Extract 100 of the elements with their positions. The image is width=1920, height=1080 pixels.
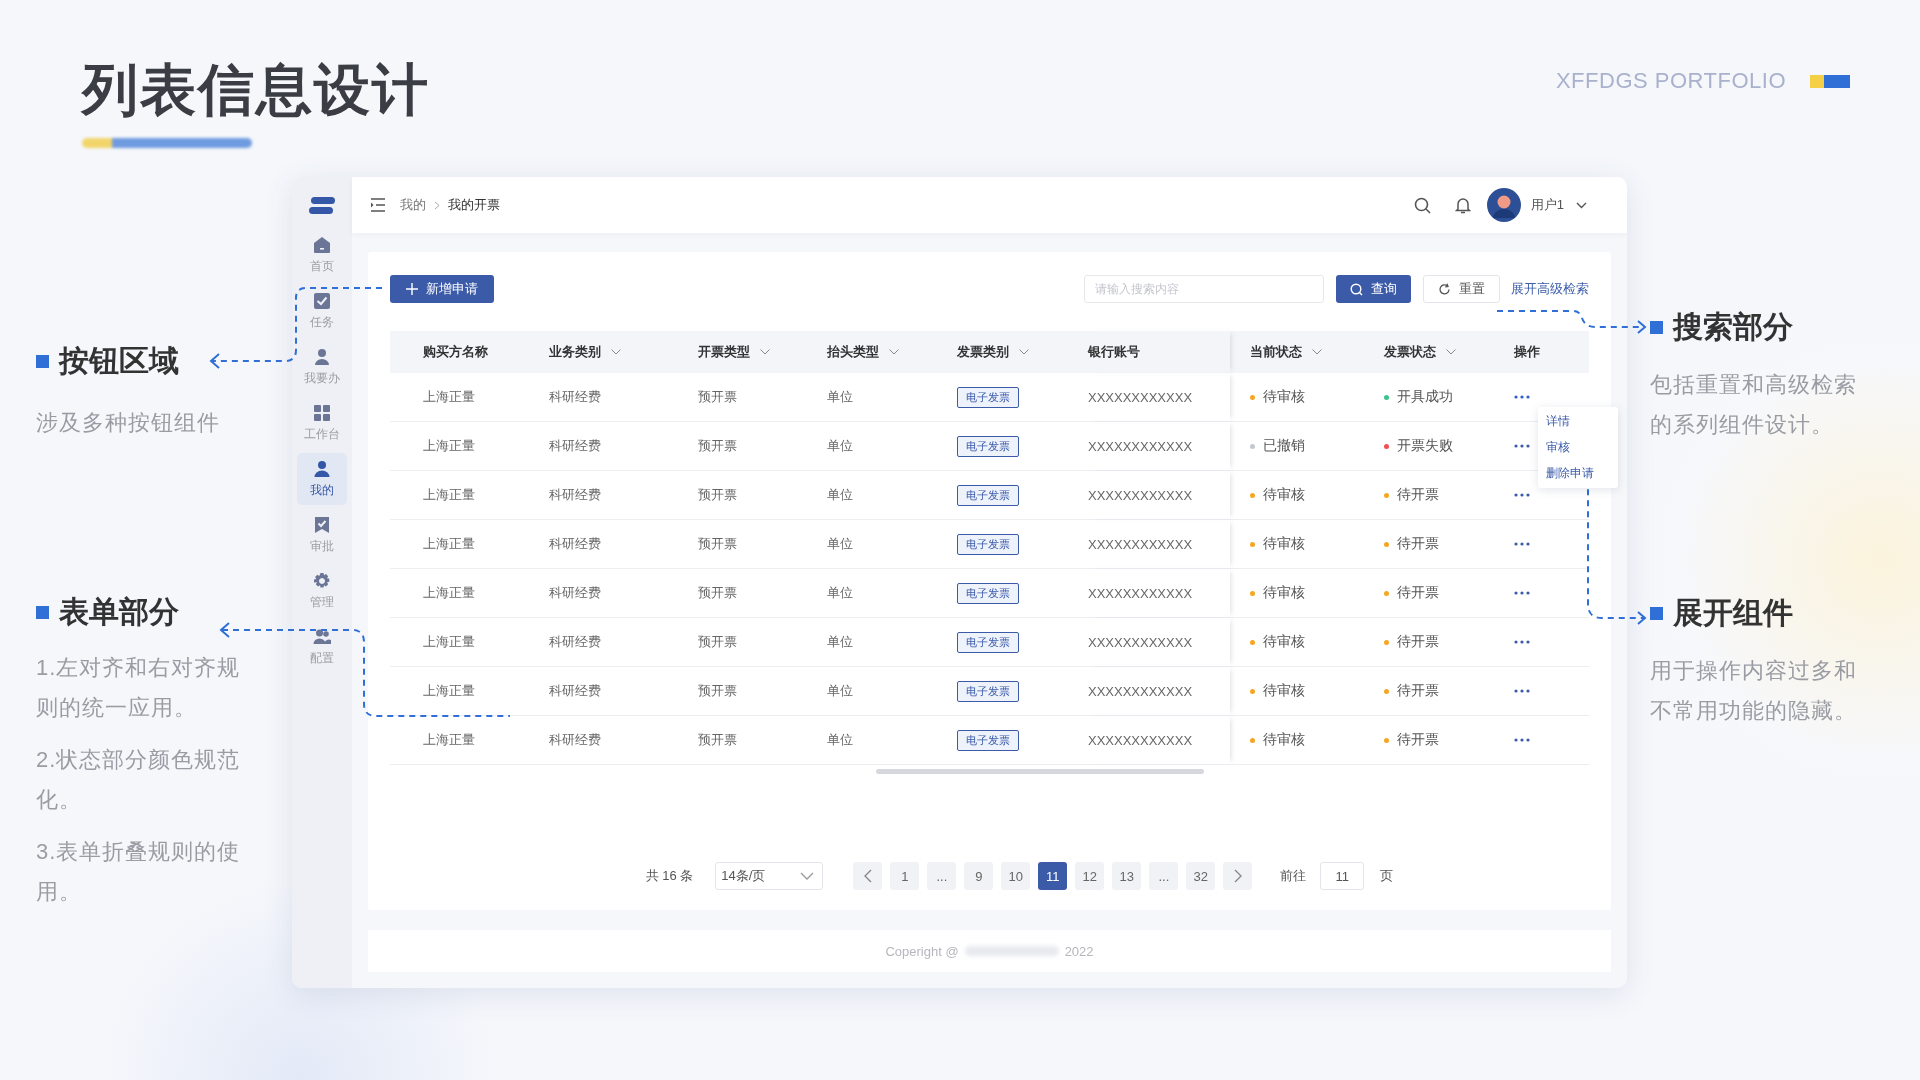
page-button[interactable]: 11 bbox=[1038, 862, 1068, 890]
advanced-search-link[interactable]: 展开高级检索 bbox=[1511, 280, 1589, 298]
table-cell: XXXXXXXXXXXX bbox=[1088, 683, 1193, 699]
bell-icon[interactable] bbox=[1454, 196, 1471, 214]
person-icon bbox=[313, 347, 331, 366]
table-cell: 科研经费 bbox=[549, 633, 601, 651]
status-text: 待审核 bbox=[1263, 388, 1305, 406]
more-icon[interactable] bbox=[1514, 395, 1530, 399]
status-text: 待审核 bbox=[1263, 633, 1305, 651]
chevron-down-icon[interactable] bbox=[1019, 349, 1029, 355]
status-text: 待开票 bbox=[1397, 682, 1439, 700]
note-title: 搜索部分 bbox=[1673, 308, 1793, 345]
sidebar-item[interactable]: 我的 bbox=[297, 453, 347, 505]
column-header: 银行账号 bbox=[1088, 343, 1140, 361]
status-text: 待开票 bbox=[1397, 584, 1439, 602]
table-cell: 单位 bbox=[827, 633, 853, 651]
more-icon[interactable] bbox=[1514, 493, 1530, 497]
table-cell: 预开票 bbox=[698, 388, 737, 406]
square-marker bbox=[1650, 606, 1663, 620]
square-marker bbox=[1650, 320, 1663, 334]
note-title: 按钮区域 bbox=[59, 342, 179, 379]
add-button[interactable]: 新增申请 bbox=[390, 275, 494, 303]
more-icon[interactable] bbox=[1514, 689, 1530, 693]
bookmark-icon bbox=[313, 515, 331, 534]
menu-item[interactable]: 详情 bbox=[1546, 413, 1610, 430]
category-tag: 电子发票 bbox=[957, 582, 1019, 604]
column-header[interactable]: 当前状态 bbox=[1250, 343, 1302, 361]
page-input[interactable]: 11 bbox=[1320, 862, 1365, 890]
more-icon[interactable] bbox=[1514, 640, 1530, 644]
page-button[interactable]: 12 bbox=[1075, 862, 1105, 890]
avatar[interactable] bbox=[1486, 188, 1521, 222]
copyright-text: Coperight @ bbox=[885, 943, 959, 959]
page-button[interactable]: ... bbox=[927, 862, 957, 890]
search-button[interactable]: 查询 bbox=[1336, 275, 1411, 303]
more-icon[interactable] bbox=[1514, 444, 1530, 448]
chevron-down-icon[interactable] bbox=[889, 349, 899, 355]
table-cell: 预开票 bbox=[698, 584, 737, 602]
reset-button[interactable]: 重置 bbox=[1423, 275, 1500, 303]
page-size-select[interactable]: 14条/页 bbox=[715, 862, 824, 890]
logo-icon bbox=[309, 197, 335, 215]
search-icon bbox=[1350, 282, 1363, 296]
table-cell: 科研经费 bbox=[549, 486, 601, 504]
column-header[interactable]: 开票类型 bbox=[698, 343, 750, 361]
home-icon bbox=[313, 235, 331, 254]
chevron-down-icon[interactable] bbox=[1312, 349, 1322, 355]
search-icon[interactable] bbox=[1413, 196, 1431, 214]
user-name[interactable]: 用户1 bbox=[1530, 196, 1564, 214]
grid-icon bbox=[313, 403, 331, 422]
page-button[interactable]: 13 bbox=[1112, 862, 1142, 890]
category-tag: 电子发票 bbox=[957, 729, 1019, 751]
table-cell: XXXXXXXXXXXX bbox=[1088, 634, 1193, 650]
table-cell: XXXXXXXXXXXX bbox=[1088, 536, 1193, 552]
table-cell: 科研经费 bbox=[549, 682, 601, 700]
table-cell: XXXXXXXXXXXX bbox=[1088, 487, 1193, 503]
note-text: 用于操作内容过多和不常用功能的隐藏。 bbox=[1650, 657, 1858, 725]
status-text: 待开票 bbox=[1397, 535, 1439, 553]
square-marker bbox=[36, 354, 49, 368]
table-cell: 科研经费 bbox=[549, 437, 601, 455]
goto-label: 前往 bbox=[1280, 867, 1307, 885]
breadcrumb-item[interactable]: 我的 bbox=[400, 196, 426, 214]
column-header[interactable]: 业务类别 bbox=[549, 343, 601, 361]
column-header[interactable]: 发票类别 bbox=[957, 343, 1009, 361]
people-icon bbox=[313, 627, 331, 646]
table-cell: 预开票 bbox=[698, 731, 737, 749]
menu-icon[interactable] bbox=[370, 198, 386, 212]
table-cell: XXXXXXXXXXXX bbox=[1088, 438, 1193, 454]
page-button[interactable]: ... bbox=[1149, 862, 1179, 890]
plus-icon bbox=[406, 283, 418, 295]
status-text: 待审核 bbox=[1263, 584, 1305, 602]
note-text: 包括重置和高级检索的系列组件设计。 bbox=[1650, 371, 1858, 439]
chevron-down-icon[interactable] bbox=[611, 349, 621, 355]
note-text: 3.表单折叠规则的使用。 bbox=[36, 838, 242, 906]
chevron-down-icon[interactable] bbox=[760, 349, 770, 355]
page-button[interactable]: 10 bbox=[1001, 862, 1031, 890]
status-text: 开票失败 bbox=[1397, 437, 1453, 455]
chevron-down-icon[interactable] bbox=[1446, 349, 1456, 355]
caret-icon[interactable] bbox=[1576, 201, 1587, 209]
table-cell: 上海正量 bbox=[423, 388, 475, 406]
scrollbar[interactable] bbox=[876, 769, 1204, 774]
table-cell: 预开票 bbox=[698, 682, 737, 700]
category-tag: 电子发票 bbox=[957, 435, 1019, 457]
table-cell: 单位 bbox=[827, 584, 853, 602]
page-button[interactable]: 32 bbox=[1186, 862, 1216, 890]
status-text: 已撤销 bbox=[1263, 437, 1305, 455]
table-cell: 上海正量 bbox=[423, 437, 475, 455]
more-icon[interactable] bbox=[1514, 591, 1530, 595]
table-cell: 单位 bbox=[827, 535, 853, 553]
column-header[interactable]: 发票状态 bbox=[1384, 343, 1436, 361]
menu-item[interactable]: 审核 bbox=[1546, 439, 1610, 456]
person-icon bbox=[313, 459, 331, 478]
breadcrumb-item[interactable]: 我的开票 bbox=[448, 196, 500, 214]
table-cell: XXXXXXXXXXXX bbox=[1088, 732, 1193, 748]
more-icon[interactable] bbox=[1514, 738, 1530, 742]
page-button[interactable]: 1 bbox=[890, 862, 920, 890]
square-marker bbox=[36, 605, 49, 619]
more-icon[interactable] bbox=[1514, 542, 1530, 546]
page-button[interactable]: 9 bbox=[964, 862, 994, 890]
refresh-icon bbox=[1438, 282, 1451, 296]
column-header[interactable]: 抬头类型 bbox=[827, 343, 879, 361]
menu-item[interactable]: 删除申请 bbox=[1546, 465, 1610, 482]
